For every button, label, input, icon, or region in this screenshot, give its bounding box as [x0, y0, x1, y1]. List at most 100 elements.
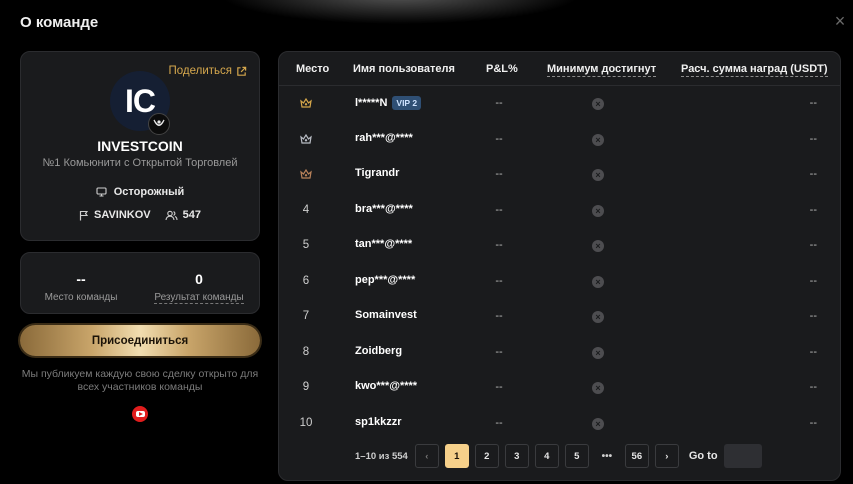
table-row: 7 Somainvest -- × --	[279, 299, 840, 334]
rank-number: 6	[302, 274, 310, 287]
not-reached-icon: ×	[592, 346, 608, 359]
avatar-logo-text: IC	[125, 82, 156, 119]
modal-title: О команде	[20, 14, 99, 31]
pagination-ellipsis[interactable]: •••	[595, 451, 619, 462]
next-page-button[interactable]: ›	[654, 444, 679, 468]
team-stats-card: -- Место команды 0 Результат команды	[20, 252, 260, 314]
page-button-3[interactable]: 3	[504, 444, 529, 468]
pnl-value: --	[495, 274, 503, 287]
pagination: 1–10 из 554 ‹ 1 2 3 4 5 ••• 56 › Go to	[355, 444, 762, 468]
user-cell: Somainvest	[355, 309, 417, 321]
reward-value: --	[809, 310, 817, 322]
team-rank-value: --	[76, 271, 86, 287]
header-user: Имя пользователя	[353, 63, 455, 75]
user-cell: bra***@****	[355, 203, 413, 215]
pnl-value: --	[495, 345, 503, 358]
page-button-5[interactable]: 5	[564, 444, 589, 468]
username: Somainvest	[355, 309, 417, 321]
table-row: 9 kwo***@**** -- × --	[279, 370, 840, 405]
table-row: rah***@**** -- × --	[279, 122, 840, 157]
username: tan***@****	[355, 238, 413, 250]
not-reached-icon: ×	[592, 382, 608, 394]
team-result-value: 0	[195, 271, 203, 287]
user-cell: tan***@****	[355, 238, 412, 250]
table-row: 8 Zoidberg -- × --	[279, 335, 840, 370]
username: bra***@****	[355, 202, 413, 215]
page-button-4[interactable]: 4	[534, 444, 559, 468]
transparency-note: Мы публикуем каждую свою сделку открыто …	[21, 368, 259, 393]
prev-page-button[interactable]: ‹	[414, 444, 439, 468]
username: Tigrandr	[355, 167, 400, 179]
risk-level: Осторожный	[21, 186, 259, 198]
team-rank-stat: -- Место команды	[21, 271, 141, 305]
username: Zoidberg	[355, 344, 403, 357]
join-button[interactable]: Присоединиться	[20, 325, 260, 356]
table-row: 4 bra***@**** -- × --	[279, 193, 840, 228]
team-description: №1 Комьюнити с Открытой Торговлей	[42, 157, 238, 169]
rank-number: 9	[302, 381, 310, 393]
header-pnl: P&L%	[486, 63, 518, 75]
username: kwo***@****	[355, 380, 418, 392]
table-row: 5 tan***@**** -- × --	[279, 228, 840, 263]
goto-page-input[interactable]	[723, 444, 762, 468]
team-meta: SAVINKOV 547	[21, 209, 259, 221]
rank-number: 10	[299, 416, 313, 429]
pnl-value: --	[495, 132, 503, 145]
table-row: l*****N VIP 2 -- × --	[279, 86, 840, 121]
rank-medal-gold-icon	[279, 98, 333, 111]
username: sp1kkzzr	[355, 415, 402, 428]
monitor-icon	[96, 187, 107, 197]
rank-medal-bronze-icon	[279, 169, 333, 182]
user-cell: pep***@****	[355, 274, 415, 286]
team-result-stat: 0 Результат команды	[139, 271, 259, 305]
pnl-value: --	[495, 203, 503, 216]
header-min-reached[interactable]: Минимум достигнут	[547, 63, 657, 77]
pnl-value: --	[495, 381, 503, 393]
reward-value: --	[809, 381, 817, 393]
username: l*****N	[355, 97, 388, 109]
team-badge-icon	[148, 113, 170, 135]
rank-number: 5	[302, 239, 310, 251]
page-button-2[interactable]: 2	[474, 444, 499, 468]
close-icon[interactable]: ×	[831, 12, 849, 30]
not-reached-icon: ×	[592, 169, 608, 181]
user-cell: l*****N VIP 2	[355, 96, 422, 110]
page-button-last[interactable]: 56	[624, 444, 649, 468]
not-reached-icon: ×	[592, 98, 608, 110]
team-name: INVESTCOIN	[97, 138, 183, 154]
user-cell: kwo***@****	[355, 380, 417, 392]
share-link[interactable]: Поделиться	[168, 65, 247, 77]
reward-value: --	[809, 274, 817, 287]
pnl-value: --	[495, 168, 503, 180]
youtube-icon[interactable]	[132, 406, 148, 422]
user-cell: sp1kkzzr	[355, 416, 401, 428]
rank-number: 8	[302, 345, 310, 358]
not-reached-icon: ×	[592, 240, 608, 252]
share-label: Поделиться	[168, 65, 232, 77]
pnl-value: --	[495, 310, 503, 322]
header-reward[interactable]: Расч. сумма наград (USDT)	[681, 63, 828, 77]
page-button-1[interactable]: 1	[444, 444, 469, 468]
pnl-value: --	[495, 97, 503, 109]
table-row: 10 sp1kkzzr -- × --	[279, 406, 840, 441]
not-reached-icon: ×	[592, 417, 608, 430]
reward-value: --	[809, 239, 817, 251]
not-reached-icon: ×	[592, 311, 608, 323]
team-result-label[interactable]: Результат команды	[154, 292, 244, 304]
members-count: 547	[182, 209, 201, 221]
flag-icon	[79, 210, 89, 220]
reward-value: --	[809, 168, 817, 180]
reward-value: --	[809, 345, 817, 358]
not-reached-icon: ×	[592, 204, 608, 217]
reward-value: --	[809, 97, 817, 109]
pnl-value: --	[495, 416, 503, 429]
team-card: Поделиться IC INVESTCOIN №1 Комьюнити с …	[20, 51, 260, 241]
user-cell: Tigrandr	[355, 167, 399, 179]
table-row: 6 pep***@**** -- × --	[279, 264, 840, 299]
leaderboard-table: Место Имя пользователя P&L% Минимум дост…	[278, 51, 841, 481]
table-row: Tigrandr -- × --	[279, 157, 840, 192]
reward-value: --	[809, 203, 817, 216]
vip-badge: VIP 2	[392, 96, 422, 110]
table-header: Место Имя пользователя P&L% Минимум дост…	[279, 52, 840, 86]
pnl-value: --	[495, 239, 503, 251]
